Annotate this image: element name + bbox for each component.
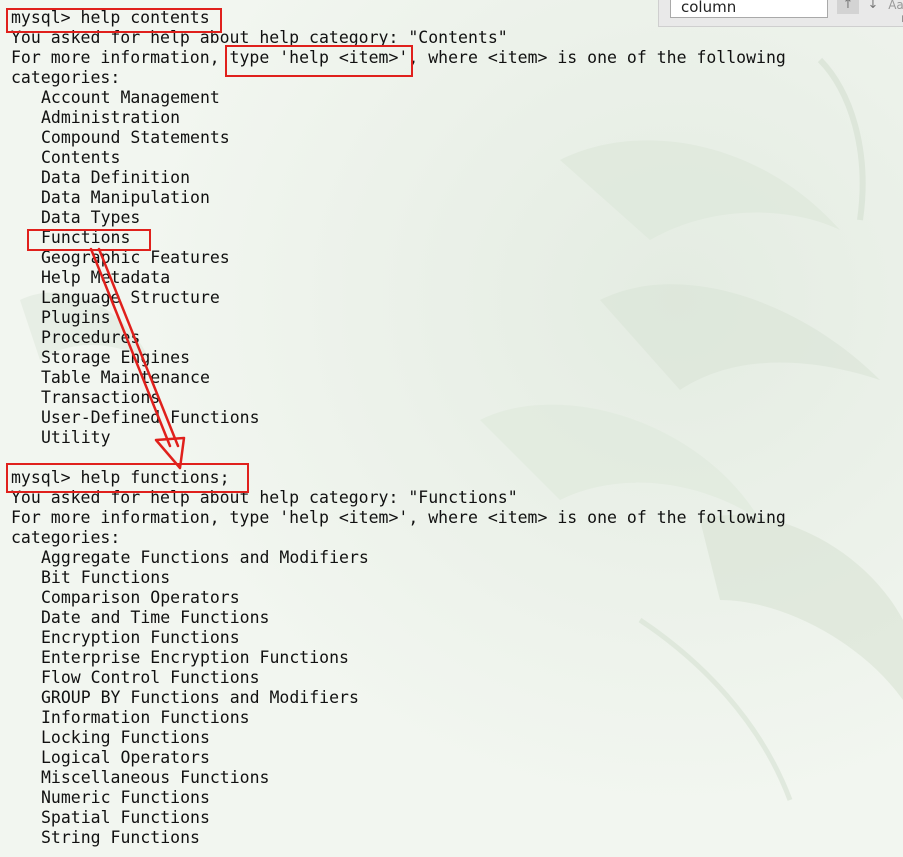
category-item: Administration [41, 108, 181, 127]
annotation-box-help-functions [6, 463, 249, 493]
category-item: Geographic Features [41, 248, 230, 267]
category-item: Flow Control Functions [41, 668, 260, 687]
category-item: Language Structure [41, 288, 220, 307]
annotation-box-functions [27, 229, 151, 251]
category-item: Encryption Functions [41, 628, 240, 647]
category-item: Numeric Functions [41, 788, 210, 807]
find-bar: ↑ ↓ Aa ▶ [658, 0, 903, 27]
category-item: Plugins [41, 308, 111, 327]
category-item: Data Types [41, 208, 141, 227]
category-item: Bit Functions [41, 568, 171, 587]
category-item: Enterprise Encryption Functions [41, 648, 349, 667]
categories-label: categories: [11, 528, 121, 547]
category-item: Transactions [41, 388, 161, 407]
category-item: Logical Operators [41, 748, 210, 767]
category-item: GROUP BY Functions and Modifiers [41, 688, 359, 707]
find-next-button[interactable]: ↓ [862, 0, 884, 14]
category-item: Account Management [41, 88, 220, 107]
terminal-output: mysql> help contents You asked for help a… [11, 8, 786, 848]
category-item: Data Manipulation [41, 188, 210, 207]
category-item: Aggregate Functions and Modifiers [41, 548, 369, 567]
category-item: Comparison Operators [41, 588, 240, 607]
category-item: User-Defined Functions [41, 408, 260, 427]
category-item: Utility [41, 428, 111, 447]
info-line-end: , where <item> is one of the following [408, 48, 786, 67]
find-input[interactable] [670, 0, 828, 18]
category-item: Information Functions [41, 708, 250, 727]
category-item: Contents [41, 148, 121, 167]
category-item: Miscellaneous Functions [41, 768, 270, 787]
category-item: Procedures [41, 328, 141, 347]
category-list-contents: Account Management Administration Compound… [11, 88, 786, 448]
annotation-box-help-contents [6, 8, 222, 33]
category-item: Table Maintenance [41, 368, 210, 387]
info-line-start: For more information, [11, 48, 230, 67]
category-item: Help Metadata [41, 268, 171, 287]
category-item: Compound Statements [41, 128, 230, 147]
category-item: Storage Engines [41, 348, 191, 367]
expand-arrow-icon[interactable]: ▶ [895, 10, 903, 28]
category-item: Date and Time Functions [41, 608, 270, 627]
info-line: For more information, type 'help <item>'… [11, 508, 786, 527]
category-item: Spatial Functions [41, 808, 210, 827]
category-item: Locking Functions [41, 728, 210, 747]
annotation-box-type-help-item [225, 45, 413, 77]
category-list-functions: Aggregate Functions and Modifiers Bit Fun… [11, 548, 786, 848]
category-item: String Functions [41, 828, 200, 847]
category-item: Data Definition [41, 168, 191, 187]
find-previous-button[interactable]: ↑ [837, 0, 859, 14]
